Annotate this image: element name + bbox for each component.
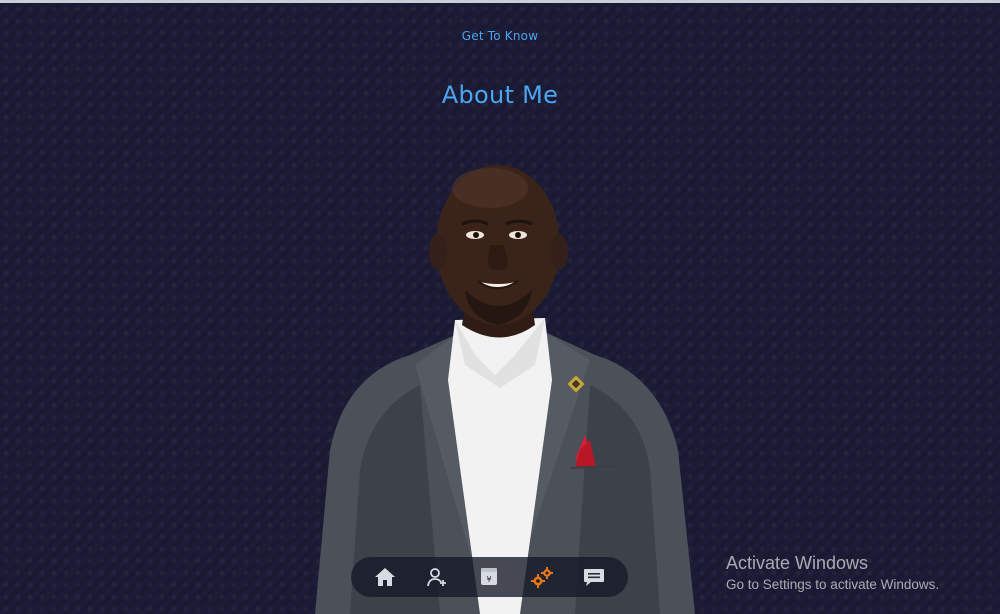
profile-photo — [315, 165, 695, 614]
watermark-title: Activate Windows — [726, 553, 869, 573]
nav-skills-button[interactable] — [525, 560, 559, 594]
nav-services-button[interactable]: ¥ — [472, 560, 506, 594]
bottom-nav: ¥ — [351, 557, 628, 597]
nav-contact-button[interactable] — [577, 560, 611, 594]
section-subtitle: Get To Know — [461, 29, 539, 43]
user-plus-icon — [427, 568, 447, 587]
nav-home-button[interactable] — [368, 560, 402, 594]
home-icon — [375, 568, 396, 586]
nav-about-button[interactable] — [420, 560, 454, 594]
svg-text:¥: ¥ — [487, 575, 492, 584]
gears-icon — [530, 567, 553, 588]
watermark-subtitle: Go to Settings to activate Windows. — [726, 577, 940, 592]
message-icon — [583, 569, 604, 586]
wallet-icon: ¥ — [481, 568, 498, 585]
section-title: About Me — [441, 81, 559, 109]
windows-activation-watermark: Activate Windows Go to Settings to activ… — [726, 552, 939, 595]
